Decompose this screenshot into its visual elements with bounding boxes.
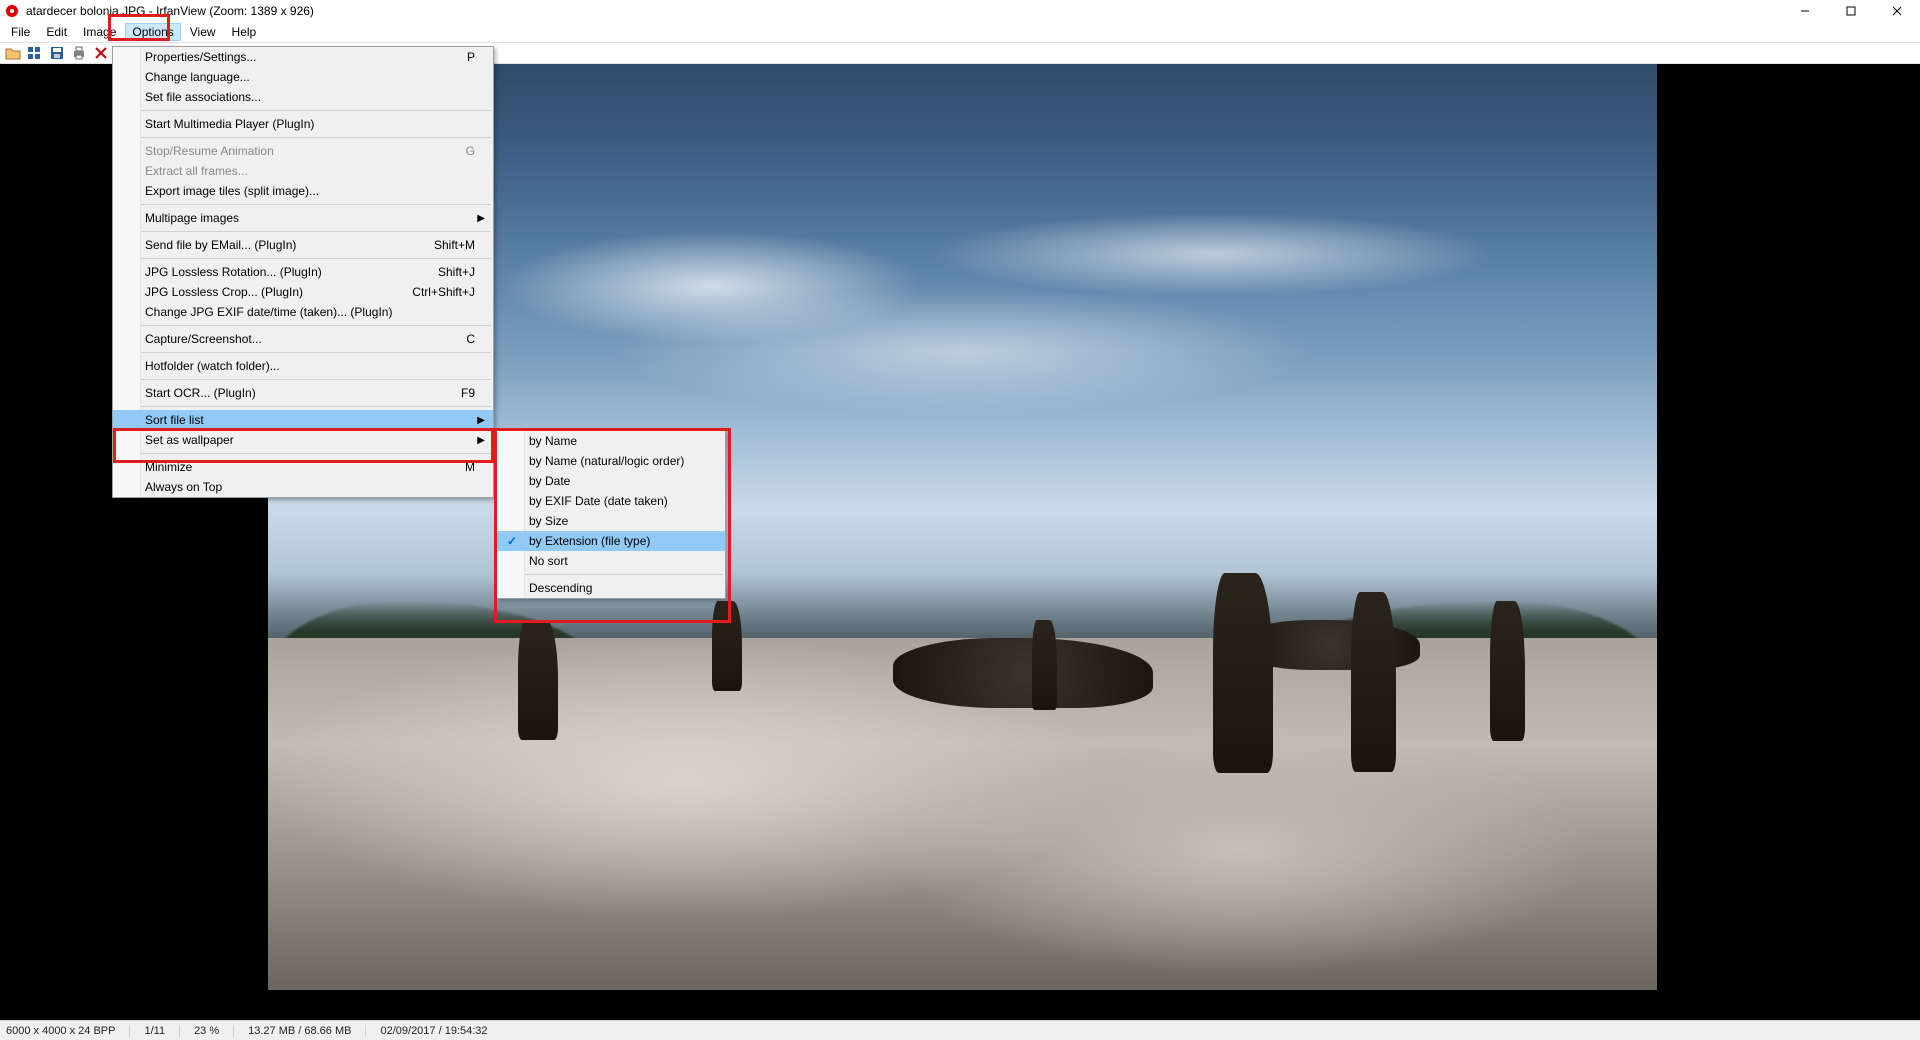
thumbnails-icon[interactable]	[26, 44, 44, 62]
menu-sort-file-list[interactable]: Sort file list▶	[113, 410, 493, 430]
menu-extract-frames: Extract all frames...	[113, 161, 493, 181]
window-controls	[1782, 0, 1920, 22]
sort-by-date[interactable]: by Date	[497, 471, 725, 491]
menu-stop-resume-animation: Stop/Resume AnimationG	[113, 141, 493, 161]
menu-image[interactable]: Image	[76, 23, 123, 41]
menu-minimize[interactable]: MinimizeM	[113, 457, 493, 477]
sort-by-size[interactable]: by Size	[497, 511, 725, 531]
sort-by-exif-date[interactable]: by EXIF Date (date taken)	[497, 491, 725, 511]
sort-by-extension[interactable]: ✓by Extension (file type)	[497, 531, 725, 551]
menu-edit[interactable]: Edit	[39, 23, 74, 41]
close-button[interactable]	[1874, 0, 1920, 22]
menu-view[interactable]: View	[183, 23, 223, 41]
sort-submenu: by Name by Name (natural/logic order) by…	[496, 430, 726, 599]
menu-start-ocr[interactable]: Start OCR... (PlugIn)F9	[113, 383, 493, 403]
open-icon[interactable]	[4, 44, 22, 62]
print-icon[interactable]	[70, 44, 88, 62]
menu-bar: File Edit Image Options View Help	[0, 22, 1920, 42]
status-dimensions: 6000 x 4000 x 24 BPP	[6, 1025, 130, 1037]
status-index: 1/11	[144, 1025, 180, 1037]
sort-descending[interactable]: Descending	[497, 578, 725, 598]
menu-export-tiles[interactable]: Export image tiles (split image)...	[113, 181, 493, 201]
window-title: atardecer bolonia.JPG - IrfanView (Zoom:…	[26, 4, 314, 18]
app-icon	[4, 3, 20, 19]
menu-start-multimedia[interactable]: Start Multimedia Player (PlugIn)	[113, 114, 493, 134]
menu-multipage-images[interactable]: Multipage images▶	[113, 208, 493, 228]
menu-properties[interactable]: Properties/Settings...P	[113, 47, 493, 67]
chevron-right-icon: ▶	[477, 213, 485, 224]
sort-by-name-natural[interactable]: by Name (natural/logic order)	[497, 451, 725, 471]
menu-capture-screenshot[interactable]: Capture/Screenshot...C	[113, 329, 493, 349]
menu-options[interactable]: Options	[125, 23, 180, 41]
menu-hotfolder[interactable]: Hotfolder (watch folder)...	[113, 356, 493, 376]
options-dropdown: Properties/Settings...P Change language.…	[112, 46, 494, 498]
check-icon: ✓	[507, 534, 517, 548]
status-zoom: 23 %	[194, 1025, 234, 1037]
minimize-button[interactable]	[1782, 0, 1828, 22]
chevron-right-icon: ▶	[477, 435, 485, 446]
sort-by-name[interactable]: by Name	[497, 431, 725, 451]
chevron-right-icon: ▶	[477, 415, 485, 426]
status-memory: 13.27 MB / 68.66 MB	[248, 1025, 366, 1037]
title-bar: atardecer bolonia.JPG - IrfanView (Zoom:…	[0, 0, 1920, 22]
menu-file[interactable]: File	[4, 23, 37, 41]
maximize-button[interactable]	[1828, 0, 1874, 22]
menu-help[interactable]: Help	[225, 23, 264, 41]
menu-file-associations[interactable]: Set file associations...	[113, 87, 493, 107]
menu-set-wallpaper[interactable]: Set as wallpaper▶	[113, 430, 493, 450]
menu-jpg-rotation[interactable]: JPG Lossless Rotation... (PlugIn)Shift+J	[113, 262, 493, 282]
save-icon[interactable]	[48, 44, 66, 62]
menu-send-email[interactable]: Send file by EMail... (PlugIn)Shift+M	[113, 235, 493, 255]
delete-icon[interactable]	[92, 44, 110, 62]
status-datetime: 02/09/2017 / 19:54:32	[380, 1025, 501, 1037]
menu-change-language[interactable]: Change language...	[113, 67, 493, 87]
status-bar: 6000 x 4000 x 24 BPP 1/11 23 % 13.27 MB …	[0, 1020, 1920, 1040]
menu-change-exif[interactable]: Change JPG EXIF date/time (taken)... (Pl…	[113, 302, 493, 322]
menu-jpg-crop[interactable]: JPG Lossless Crop... (PlugIn)Ctrl+Shift+…	[113, 282, 493, 302]
sort-no-sort[interactable]: No sort	[497, 551, 725, 571]
menu-always-on-top[interactable]: Always on Top	[113, 477, 493, 497]
